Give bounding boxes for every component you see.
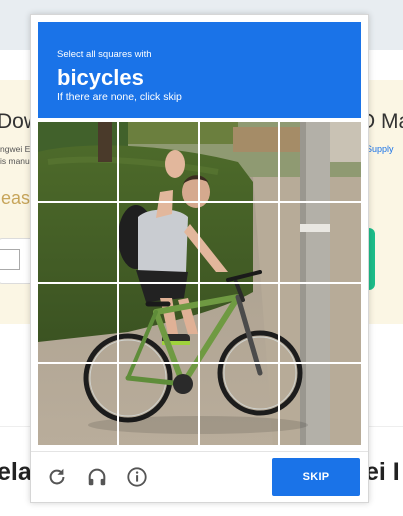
grid-tile[interactable] (199, 202, 281, 284)
grid-tile[interactable] (200, 364, 281, 445)
grid-tile[interactable] (38, 122, 119, 203)
background-left-text-1: ngwei E (0, 144, 31, 154)
background-bottom-left-heading: ela (0, 458, 32, 486)
background-supply-link[interactable]: Supply (366, 144, 394, 154)
grid-tile[interactable] (38, 364, 119, 445)
challenge-target: bicycles (57, 65, 144, 90)
grid-tile[interactable] (118, 122, 200, 203)
skip-button[interactable]: SKIP (272, 458, 360, 496)
background-left-text-2: is manu (0, 156, 30, 166)
grid-tile[interactable] (119, 364, 200, 445)
grid-tile[interactable] (118, 202, 200, 284)
challenge-hint: If there are none, click skip (57, 91, 182, 103)
background-bottom-right-heading: ei I (365, 458, 400, 486)
recaptcha-challenge-dialog: Select all squares with bicycles If ther… (30, 14, 369, 503)
grid-tile[interactable] (199, 122, 281, 203)
grid-tile[interactable] (280, 203, 361, 284)
info-icon[interactable] (124, 464, 150, 490)
grid-tile[interactable] (280, 364, 361, 445)
challenge-instruction: Select all squares with (57, 49, 152, 60)
background-left-prompt: leas (0, 188, 31, 208)
headphones-icon[interactable] (84, 464, 110, 490)
grid-tile[interactable] (280, 122, 361, 203)
grid-tile[interactable] (38, 283, 119, 365)
challenge-footer: SKIP (31, 451, 368, 502)
tile-grid (38, 122, 361, 445)
background-recaptcha-checkbox[interactable] (0, 249, 20, 270)
reload-icon[interactable] (44, 464, 70, 490)
grid-tile[interactable] (280, 284, 361, 365)
grid-tile[interactable] (199, 283, 281, 365)
challenge-image-grid (38, 122, 361, 445)
grid-tile[interactable] (118, 283, 200, 365)
challenge-header: Select all squares with bicycles If ther… (38, 22, 361, 118)
grid-tile[interactable] (38, 202, 119, 284)
